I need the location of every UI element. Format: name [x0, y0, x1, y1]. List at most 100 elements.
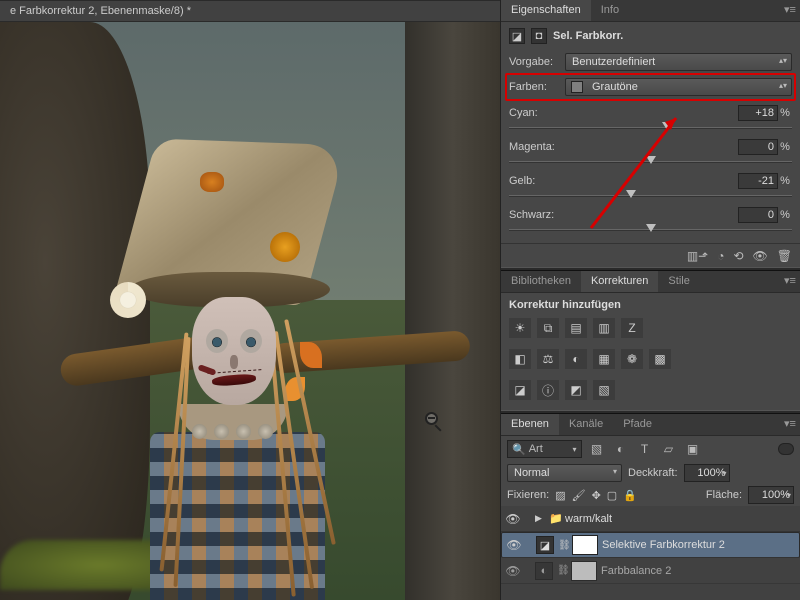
tab-info[interactable]: Info: [591, 0, 629, 21]
lock-artboard-icon[interactable]: ▢: [607, 489, 617, 502]
blend-mode-select[interactable]: Normal▾: [507, 464, 622, 482]
adjustment-preset-button[interactable]: ▤: [565, 318, 587, 338]
filter-shape-icon[interactable]: ▱: [660, 440, 678, 458]
preset-label: Vorgabe:: [509, 56, 559, 68]
adjustment-preset-button[interactable]: ▧: [593, 380, 615, 400]
slider-thumb[interactable]: [646, 224, 656, 232]
slider-thumb[interactable]: [662, 122, 672, 130]
slider-thumb[interactable]: [646, 156, 656, 164]
filter-toggle[interactable]: [778, 443, 794, 455]
adjustment-preset-button[interactable]: ◪: [509, 380, 531, 400]
visibility-icon[interactable]: 👁: [506, 538, 522, 552]
layer-name[interactable]: Farbbalance 2: [601, 565, 796, 577]
properties-tabbar: Eigenschaften Info ▾≡: [501, 0, 800, 22]
visibility-toggle[interactable]: 👁: [753, 249, 768, 263]
zoom-out-cursor-icon: [425, 412, 445, 432]
reset-button[interactable]: ⟲: [733, 249, 743, 263]
layer-filter-select[interactable]: 🔍Art▾: [507, 440, 582, 458]
layer-group-row[interactable]: 👁 ▶ 📁 warm/kalt: [501, 506, 800, 532]
swatch-icon: [571, 81, 583, 93]
slider-label: Magenta:: [509, 141, 738, 153]
tab-channels[interactable]: Kanäle: [559, 414, 613, 435]
folder-icon: 📁: [549, 512, 561, 525]
adjustment-preset-button[interactable]: ❁: [621, 349, 643, 369]
layers-tabbar: Ebenen Kanäle Pfade ▾≡: [501, 414, 800, 436]
adjustment-preset-button[interactable]: ◐: [565, 349, 587, 369]
layer-name[interactable]: warm/kalt: [565, 513, 796, 525]
slider-track[interactable]: [509, 121, 792, 135]
panel-menu-icon[interactable]: ▾≡: [780, 0, 800, 21]
adjustment-preset-button[interactable]: ⧉: [537, 318, 559, 338]
slider-thumb[interactable]: [626, 190, 636, 198]
adjustments-tabbar: Bibliotheken Korrekturen Stile ▾≡: [501, 271, 800, 293]
layer-list[interactable]: 👁 ▶ 📁 warm/kalt 👁 ◪ ⛓ Selektive Farbkorr…: [501, 506, 800, 600]
filter-adjust-icon[interactable]: ◐: [612, 440, 630, 458]
colors-select[interactable]: Grautöne▴▾: [565, 78, 792, 96]
adjustment-preset-button[interactable]: ▦: [593, 349, 615, 369]
layer-adjustment-row[interactable]: 👁 ◪ ⛓ Selektive Farbkorrektur 2: [501, 532, 800, 558]
visibility-icon[interactable]: 👁: [505, 564, 521, 578]
lock-brush-icon[interactable]: 🖌: [572, 489, 586, 502]
slider-value-input[interactable]: 0: [738, 207, 778, 223]
tab-layers[interactable]: Ebenen: [501, 414, 559, 435]
previous-state-button[interactable]: ◔: [717, 249, 724, 263]
photo: [0, 22, 500, 600]
visibility-icon[interactable]: 👁: [505, 512, 521, 526]
adjustment-preset-button[interactable]: Z: [621, 318, 643, 338]
slider-value-input[interactable]: +18: [738, 105, 778, 121]
lock-pixels-icon[interactable]: ▨: [555, 489, 565, 502]
adjustment-preset-button[interactable]: ▩: [649, 349, 671, 369]
document-tab[interactable]: e Farbkorrektur 2, Ebenenmaske/8) *: [0, 0, 500, 22]
tab-paths[interactable]: Pfade: [613, 414, 662, 435]
layer-row[interactable]: 👁 ◐ ⛓ Farbbalance 2: [501, 558, 800, 584]
document-area: e Farbkorrektur 2, Ebenenmaske/8) *: [0, 0, 500, 600]
adjustments-panel: Korrektur hinzufügen ☀ ⧉ ▤ ▥ Z ◧ ⚖ ◐ ▦ ❁ ▩ ◪ ⓘ ◩ ▧: [501, 293, 800, 410]
fill-input[interactable]: 100%▾: [748, 486, 794, 504]
slider-label: Cyan:: [509, 107, 738, 119]
opacity-label: Deckkraft:: [628, 467, 678, 479]
add-adjustment-label: Korrektur hinzufügen: [509, 299, 792, 311]
adjustment-preset-button[interactable]: ⓘ: [537, 380, 559, 400]
opacity-input[interactable]: 100%▾: [684, 464, 730, 482]
lock-label: Fixieren:: [507, 489, 549, 501]
link-icon[interactable]: ⛓: [558, 540, 568, 551]
slider-track[interactable]: [509, 189, 792, 203]
fill-label: Fläche:: [706, 489, 742, 501]
lock-all-icon[interactable]: 🔒: [623, 489, 637, 502]
layer-mask-thumb[interactable]: [572, 535, 598, 555]
lock-position-icon[interactable]: ✥: [592, 489, 601, 502]
tab-properties[interactable]: Eigenschaften: [501, 0, 591, 21]
disclosure-icon[interactable]: ▶: [535, 513, 545, 524]
colors-label: Farben:: [509, 81, 559, 93]
slider-label: Schwarz:: [509, 209, 738, 221]
delete-button[interactable]: 🗑: [777, 249, 792, 263]
layer-mask-thumb[interactable]: [571, 561, 597, 581]
slider-value-input[interactable]: 0: [738, 139, 778, 155]
tab-adjustments[interactable]: Korrekturen: [581, 271, 658, 292]
properties-panel: ◪ ◘ Sel. Farbkorr. Vorgabe: Benutzerdefi…: [501, 22, 800, 243]
filter-pixel-icon[interactable]: ▧: [588, 440, 606, 458]
selective-color-icon: ◪: [536, 536, 554, 554]
tab-styles[interactable]: Stile: [658, 271, 699, 292]
adjustment-preset-button[interactable]: ◧: [509, 349, 531, 369]
clip-to-layer-button[interactable]: ▥⬏: [687, 249, 708, 263]
tab-libraries[interactable]: Bibliotheken: [501, 271, 581, 292]
adjustment-preset-button[interactable]: ⚖: [537, 349, 559, 369]
preset-select[interactable]: Benutzerdefiniert▴▾: [565, 53, 792, 71]
slider-track[interactable]: [509, 155, 792, 169]
slider-track[interactable]: [509, 223, 792, 237]
mask-icon[interactable]: ◘: [531, 28, 547, 44]
panel-menu-icon[interactable]: ▾≡: [780, 414, 800, 435]
adjust-icon: ◐: [535, 562, 553, 580]
panel-menu-icon[interactable]: ▾≡: [780, 271, 800, 292]
slider-value-input[interactable]: -21: [738, 173, 778, 189]
filter-smart-icon[interactable]: ▣: [684, 440, 702, 458]
adjustment-preset-button[interactable]: ☀: [509, 318, 531, 338]
panels-column: Eigenschaften Info ▾≡ ◪ ◘ Sel. Farbkorr.…: [500, 0, 800, 600]
canvas[interactable]: [0, 22, 500, 600]
properties-footer: ▥⬏ ◔ ⟲ 👁 🗑: [501, 243, 800, 267]
layer-name[interactable]: Selektive Farbkorrektur 2: [602, 539, 795, 551]
adjustment-preset-button[interactable]: ◩: [565, 380, 587, 400]
adjustment-preset-button[interactable]: ▥: [593, 318, 615, 338]
filter-type-icon[interactable]: T: [636, 440, 654, 458]
